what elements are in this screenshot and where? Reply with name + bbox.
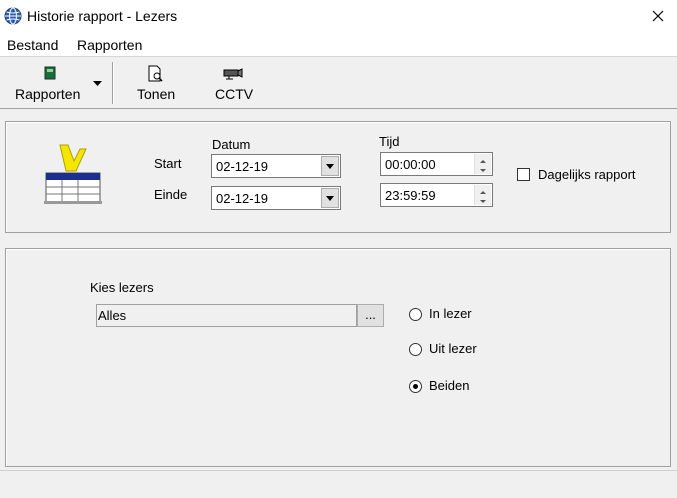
daily-report-label[interactable]: Dagelijks rapport xyxy=(538,167,636,182)
kies-lezers-label: Kies lezers xyxy=(90,280,154,295)
readers-value: Alles xyxy=(98,308,127,323)
window-title: Historie rapport - Lezers xyxy=(27,8,178,24)
cctv-toolbar-button[interactable]: CCTV xyxy=(208,61,262,105)
dropdown-arrow-icon[interactable] xyxy=(93,81,102,87)
close-icon xyxy=(652,10,664,22)
rapporten-toolbar-button[interactable]: Rapporten xyxy=(8,61,108,105)
start-time-up-button[interactable] xyxy=(474,154,491,164)
menu-bestand[interactable]: Bestand xyxy=(7,37,58,53)
end-time-up-button[interactable] xyxy=(474,185,491,195)
globe-icon xyxy=(4,7,22,25)
end-time-value: 23:59:59 xyxy=(385,188,436,203)
chevron-down-icon xyxy=(326,164,334,169)
radio-uit-lezer-label[interactable]: Uit lezer xyxy=(429,341,477,356)
radio-in-lezer[interactable] xyxy=(409,308,422,321)
start-time-down-button[interactable] xyxy=(474,164,491,174)
arrow-down-icon xyxy=(480,169,486,172)
cctv-toolbar-label: CCTV xyxy=(215,86,254,102)
radio-beiden-label[interactable]: Beiden xyxy=(429,378,469,393)
daily-report-checkbox[interactable] xyxy=(517,168,530,181)
end-time-down-button[interactable] xyxy=(474,195,491,205)
report-book-icon xyxy=(44,66,56,80)
start-date-value: 02-12-19 xyxy=(216,159,269,174)
readers-field[interactable]: Alles xyxy=(96,304,357,327)
start-date-dropdown[interactable]: 02-12-19 xyxy=(211,154,341,178)
menu-bar: Bestand Rapporten xyxy=(0,33,677,56)
radio-beiden[interactable] xyxy=(409,380,422,393)
end-date-value: 02-12-19 xyxy=(216,191,269,206)
title-bar: Historie rapport - Lezers xyxy=(0,0,677,33)
tonen-toolbar-button[interactable]: Tonen xyxy=(130,61,184,105)
camera-icon xyxy=(223,68,243,80)
end-time-spinner[interactable]: 23:59:59 xyxy=(380,183,493,207)
einde-label: Einde xyxy=(154,187,188,202)
arrow-down-icon xyxy=(480,200,486,203)
preview-icon xyxy=(148,65,163,82)
chevron-down-icon xyxy=(326,196,334,201)
tonen-toolbar-label: Tonen xyxy=(137,86,176,102)
period-panel: Datum Tijd Start Einde 02-12-19 02-12-19… xyxy=(5,121,671,233)
menu-rapporten[interactable]: Rapporten xyxy=(77,37,142,53)
report-table-icon xyxy=(44,144,102,204)
browse-readers-button[interactable]: ... xyxy=(357,304,384,327)
start-time-spinner[interactable]: 00:00:00 xyxy=(380,152,493,176)
rapporten-toolbar-label: Rapporten xyxy=(15,86,81,102)
close-button[interactable] xyxy=(640,0,677,33)
toolbar: Rapporten Tonen CCTV xyxy=(0,57,677,109)
toolbar-divider xyxy=(112,62,114,104)
radio-in-lezer-label[interactable]: In lezer xyxy=(429,306,472,321)
start-time-value: 00:00:00 xyxy=(385,157,436,172)
radio-uit-lezer[interactable] xyxy=(409,343,422,356)
start-label: Start xyxy=(154,156,182,171)
end-date-dropdown-button[interactable] xyxy=(321,188,339,208)
end-date-dropdown[interactable]: 02-12-19 xyxy=(211,186,341,210)
start-date-dropdown-button[interactable] xyxy=(321,156,339,176)
readers-panel: Kies lezers Alles ... In lezer Uit lezer… xyxy=(5,248,671,467)
datum-header: Datum xyxy=(212,137,251,152)
status-bar-separator xyxy=(0,470,677,471)
radio-selected-dot xyxy=(413,384,418,389)
tijd-header: Tijd xyxy=(379,134,400,149)
